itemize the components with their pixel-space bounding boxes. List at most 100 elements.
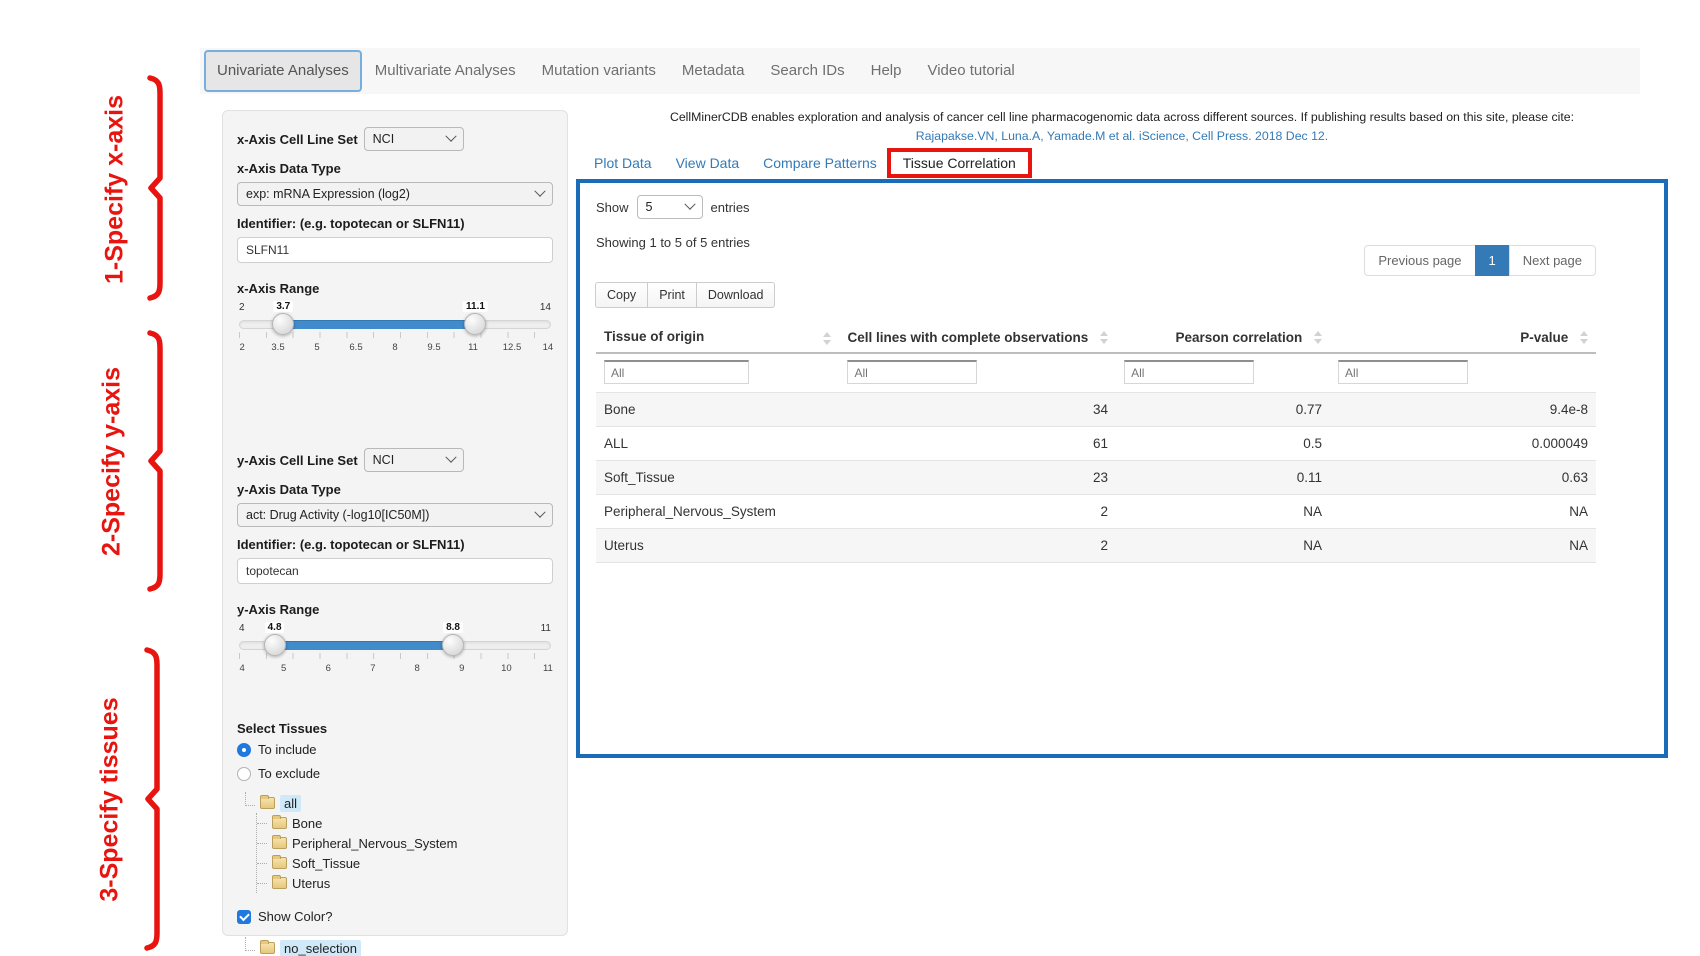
cell-correlation: NA — [1116, 495, 1330, 529]
y-axis-data-type-select[interactable]: act: Drug Activity (-log10[IC50M]) — [237, 503, 553, 527]
nav-tab-video-tutorial[interactable]: Video tutorial — [914, 48, 1027, 94]
tree-connector-icon — [245, 792, 255, 806]
y-range-from-label: 4.8 — [265, 622, 285, 633]
x-range-min-label: 2 — [239, 302, 245, 313]
sort-icon[interactable] — [821, 332, 831, 345]
content-tabs: Plot Data View Data Compare Patterns Tis… — [582, 148, 1030, 178]
show-label: Show — [596, 200, 629, 215]
sort-icon[interactable] — [1312, 331, 1322, 344]
col-header-label: Tissue of origin — [604, 329, 704, 344]
col-header-p-value[interactable]: P-value — [1330, 322, 1596, 353]
cell-correlation: 0.5 — [1116, 427, 1330, 461]
tree-node-pns-label: Peripheral_Nervous_System — [292, 836, 457, 851]
table-row[interactable]: Soft_Tissue 23 0.11 0.63 — [596, 461, 1596, 495]
tree-node-soft-tissue-label: Soft_Tissue — [292, 856, 360, 871]
nav-tab-mutation-variants[interactable]: Mutation variants — [529, 48, 669, 94]
table-row[interactable]: Bone 34 0.77 9.4e-8 — [596, 393, 1596, 427]
x-slider-selected-range[interactable] — [283, 320, 475, 329]
filter-pearson-input[interactable] — [1124, 360, 1254, 384]
to-exclude-radio[interactable]: To exclude — [237, 766, 553, 781]
to-include-radio[interactable]: To include — [237, 742, 553, 757]
tree-node-uterus[interactable]: Uterus — [257, 873, 553, 893]
cellminercdb-app: Univariate Analyses Multivariate Analyse… — [0, 0, 1700, 956]
y-axis-cell-line-set-label: y-Axis Cell Line Set — [237, 453, 358, 468]
x-axis-identifier-input[interactable] — [237, 237, 553, 263]
annotation-step2-bracket — [146, 328, 168, 594]
x-axis-data-type-select[interactable]: exp: mRNA Expression (log2) — [237, 182, 553, 206]
tree-node-no-selection[interactable]: no_selection — [243, 938, 553, 956]
nav-tab-univariate-analyses[interactable]: Univariate Analyses — [204, 50, 362, 92]
y-axis-cell-line-set-select[interactable]: NCI — [364, 448, 464, 472]
entries-label: entries — [711, 200, 750, 215]
col-header-cell-lines[interactable]: Cell lines with complete observations — [839, 322, 1116, 353]
intro-line1: CellMinerCDB enables exploration and ana… — [576, 108, 1668, 127]
x-slider-from-handle[interactable] — [272, 313, 294, 335]
x-axis-range-label: x-Axis Range — [237, 281, 553, 296]
nav-tab-metadata[interactable]: Metadata — [669, 48, 758, 94]
nav-tab-help[interactable]: Help — [858, 48, 915, 94]
x-axis-cell-line-set-label: x-Axis Cell Line Set — [237, 132, 358, 147]
x-tick-label: 2 — [239, 342, 244, 353]
next-page-button[interactable]: Next page — [1509, 245, 1596, 276]
copy-button[interactable]: Copy — [595, 282, 648, 308]
y-slider-to-handle[interactable] — [442, 634, 464, 656]
folder-icon — [260, 797, 275, 809]
tree-node-peripheral-nervous-system[interactable]: Peripheral_Nervous_System — [257, 833, 553, 853]
x-tick-label: 3.5 — [271, 342, 284, 353]
cell-tissue: Peripheral_Nervous_System — [596, 495, 839, 529]
tree-node-soft-tissue[interactable]: Soft_Tissue — [257, 853, 553, 873]
tree-node-all[interactable]: all — [243, 793, 553, 813]
show-color-label: Show Color? — [258, 909, 332, 924]
download-button[interactable]: Download — [696, 282, 776, 308]
filter-tissue-input[interactable] — [604, 360, 749, 384]
y-axis-cell-line-set-value: NCI — [373, 453, 439, 467]
y-slider-from-handle[interactable] — [264, 634, 286, 656]
x-axis-identifier-label: Identifier: (e.g. topotecan or SLFN11) — [237, 216, 553, 231]
filter-p-value-input[interactable] — [1338, 360, 1468, 384]
y-axis-identifier-input[interactable] — [237, 558, 553, 584]
tab-plot-data[interactable]: Plot Data — [582, 155, 664, 171]
table-row[interactable]: ALL 61 0.5 0.000049 — [596, 427, 1596, 461]
table-row[interactable]: Peripheral_Nervous_System 2 NA NA — [596, 495, 1596, 529]
to-include-label: To include — [258, 742, 317, 757]
col-header-tissue-of-origin[interactable]: Tissue of origin — [596, 322, 839, 353]
color-tree: no_selection — [243, 938, 553, 956]
pagination: Previous page 1 Next page — [1365, 245, 1596, 276]
export-buttons: Copy Print Download — [596, 282, 1596, 308]
tree-connector-icon — [245, 937, 255, 951]
cell-count: 23 — [839, 461, 1116, 495]
x-axis-range-slider: 2 14 3.7 11.1 2 3.5 5 6.5 8 9.5 11 12.5 … — [239, 302, 551, 368]
col-header-pearson-correlation[interactable]: Pearson correlation — [1116, 322, 1330, 353]
controls-sidebar: x-Axis Cell Line Set NCI x-Axis Data Typ… — [222, 110, 568, 936]
table-row[interactable]: Uterus 2 NA NA — [596, 529, 1596, 563]
nav-tab-search-ids[interactable]: Search IDs — [757, 48, 857, 94]
cell-tissue: Bone — [596, 393, 839, 427]
y-tick-label: 5 — [281, 663, 286, 674]
x-axis-cell-line-set-select[interactable]: NCI — [364, 127, 464, 151]
y-slider-selected-range[interactable] — [275, 641, 453, 650]
sort-icon[interactable] — [1098, 331, 1108, 344]
tree-node-bone[interactable]: Bone — [257, 813, 553, 833]
print-button[interactable]: Print — [647, 282, 697, 308]
show-color-checkbox[interactable]: Show Color? — [237, 909, 553, 924]
x-range-from-label: 3.7 — [273, 301, 293, 312]
tab-tissue-correlation[interactable]: Tissue Correlation — [889, 155, 1030, 171]
tree-node-uterus-label: Uterus — [292, 876, 330, 891]
y-tick-label: 10 — [501, 663, 512, 674]
cell-count: 61 — [839, 427, 1116, 461]
y-slider-grid: 4 5 6 7 8 9 10 11 — [239, 653, 551, 683]
tab-compare-patterns[interactable]: Compare Patterns — [751, 155, 889, 171]
sort-icon[interactable] — [1578, 331, 1588, 344]
x-slider-to-handle[interactable] — [464, 313, 486, 335]
citation-link[interactable]: Rajapakse.VN, Luna.A, Yamade.M et al. iS… — [576, 127, 1668, 146]
tab-view-data[interactable]: View Data — [664, 155, 752, 171]
tab-tissue-correlation-label: Tissue Correlation — [903, 155, 1016, 171]
checkbox-checked-icon — [237, 910, 251, 924]
tissue-correlation-table: Tissue of origin Cell lines with complet… — [596, 322, 1596, 563]
nav-tab-multivariate-analyses[interactable]: Multivariate Analyses — [362, 48, 529, 94]
col-header-label: P-value — [1520, 330, 1568, 345]
filter-cell-lines-input[interactable] — [847, 360, 977, 384]
page-size-select[interactable]: 5 — [637, 195, 703, 219]
page-1-button[interactable]: 1 — [1475, 245, 1510, 276]
previous-page-button[interactable]: Previous page — [1364, 245, 1475, 276]
